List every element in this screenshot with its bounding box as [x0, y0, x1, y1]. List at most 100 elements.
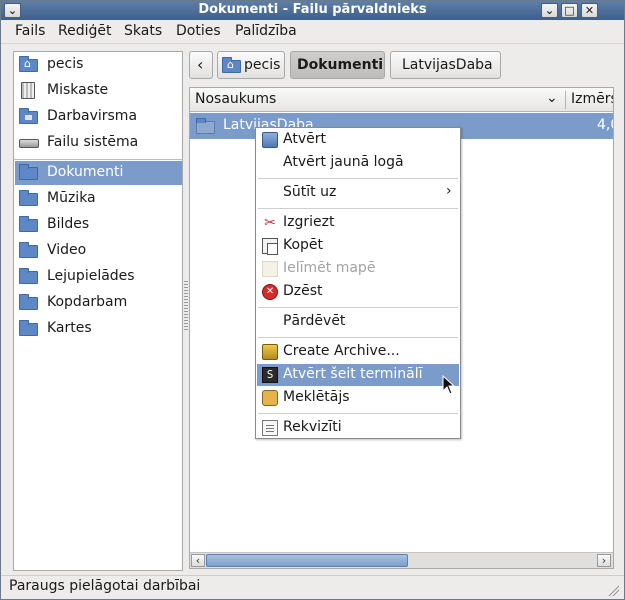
- path-crumb-pecis[interactable]: pecis: [217, 51, 285, 79]
- sidebar-item-label: Lejupielādes: [47, 268, 135, 284]
- sidebar-item-label: Failu sistēma: [47, 134, 139, 150]
- maximize-icon[interactable]: □: [561, 3, 578, 18]
- menu-separator: [258, 337, 458, 338]
- trash-icon: [19, 82, 39, 99]
- close-icon[interactable]: ✕: [581, 3, 598, 18]
- sidebar-item-failu-sistema[interactable]: Failu sistēma: [15, 131, 182, 155]
- menu-separator: [258, 413, 458, 414]
- folder-icon: [19, 164, 39, 181]
- ctx-item-label: Sūtīt uz: [283, 184, 337, 200]
- ctx-item-open[interactable]: Atvērt: [257, 129, 459, 151]
- folder-icon: [19, 294, 39, 311]
- archive-icon: [262, 344, 278, 360]
- paste-icon: [262, 261, 278, 277]
- sidebar-item-label: pecis: [47, 56, 84, 72]
- status-bar: Paraugs pielāgotai darbībai: [1, 575, 624, 599]
- ctx-item-send-to[interactable]: Sūtīt uz ›: [257, 182, 459, 204]
- ctx-item-create-archive[interactable]: Create Archive...: [257, 341, 459, 363]
- folder-icon: [19, 190, 39, 207]
- path-back-button[interactable]: ‹: [189, 51, 213, 79]
- file-size: 4,0: [597, 117, 613, 133]
- sidebar-item-pecis[interactable]: pecis: [15, 53, 182, 77]
- sidebar-item-label: Kopdarbam: [47, 294, 128, 310]
- titlebar: ⌄ Dokumenti - Failu pārvaldnieks ⌄ □ ✕: [1, 1, 624, 20]
- sidebar-item-label: Kartes: [47, 320, 92, 336]
- column-size-header[interactable]: Izmērs: [571, 91, 613, 107]
- menu-doties[interactable]: Doties: [176, 23, 221, 39]
- scroll-left-icon[interactable]: ‹: [191, 554, 205, 567]
- ctx-item-label: Dzēst: [283, 283, 323, 299]
- sidebar-item-label: Darbavirsma: [47, 108, 138, 124]
- path-crumb-label: pecis: [244, 57, 281, 73]
- sidebar-item-label: Miskaste: [47, 82, 109, 98]
- ctx-item-rename[interactable]: Pārdēvēt: [257, 311, 459, 333]
- ctx-item-open-terminal-here[interactable]: S Atvērt šeit terminālī: [257, 364, 459, 386]
- sidebar-item-label: Mūzika: [47, 190, 96, 206]
- sidebar-item-miskaste[interactable]: Miskaste: [15, 79, 182, 103]
- ctx-item-label: Kopēt: [283, 237, 324, 253]
- sidebar-item-label: Video: [47, 242, 87, 258]
- path-crumb-dokumenti[interactable]: Dokumenti: [290, 51, 385, 79]
- home-folder-icon: [222, 57, 242, 74]
- menubar: Fails Rediģēt Skats Doties Palīdzība: [1, 20, 624, 44]
- terminal-icon: S: [262, 367, 278, 383]
- ctx-item-label: Atvērt šeit terminālī: [283, 366, 423, 382]
- context-menu: Atvērt Atvērt jaunā logā Sūtīt uz › ✂ Iz…: [255, 127, 461, 439]
- sidebar-item-darbavirsma[interactable]: Darbavirsma: [15, 105, 182, 129]
- folder-icon: [19, 216, 39, 233]
- ctx-item-label: Ielīmēt mapē: [283, 260, 376, 276]
- ctx-item-copy[interactable]: Kopēt: [257, 235, 459, 257]
- sidebar-item-dokumenti[interactable]: Dokumenti: [15, 161, 182, 185]
- folder-icon: [19, 242, 39, 259]
- column-header: Nosaukums ⌄ Izmērs: [190, 88, 613, 112]
- window-title: Dokumenti - Failu pārvaldnieks: [198, 2, 427, 17]
- ctx-item-delete[interactable]: ✕ Dzēst: [257, 281, 459, 303]
- scroll-right-icon[interactable]: ›: [597, 554, 611, 567]
- sidebar-item-muzika[interactable]: Mūzika: [15, 187, 182, 211]
- column-name-header[interactable]: Nosaukums: [195, 91, 276, 107]
- delete-icon: ✕: [262, 284, 278, 300]
- horizontal-scrollbar[interactable]: ‹ ›: [190, 552, 613, 568]
- ctx-item-label: Create Archive...: [283, 343, 400, 359]
- ctx-item-search-tool[interactable]: Meklētājs: [257, 387, 459, 409]
- menu-skats[interactable]: Skats: [124, 23, 162, 39]
- sidebar-item-lejupielades[interactable]: Lejupielādes: [15, 265, 182, 289]
- folder-icon: [19, 320, 39, 337]
- desktop-folder-icon: [19, 108, 39, 125]
- resize-grip-icon[interactable]: [607, 584, 619, 596]
- sidebar-item-label: Dokumenti: [47, 164, 124, 180]
- sort-chevron-down-icon[interactable]: ⌄: [546, 90, 558, 106]
- folder-icon: [196, 118, 216, 134]
- path-crumb-latvijasdaba[interactable]: LatvijasDaba: [390, 51, 501, 79]
- menu-palidziba[interactable]: Palīdzība: [235, 23, 297, 39]
- pane-splitter-handle[interactable]: [184, 281, 188, 331]
- file-manager-window: ⌄ Dokumenti - Failu pārvaldnieks ⌄ □ ✕ F…: [0, 0, 625, 600]
- sidebar-item-kopdarbam[interactable]: Kopdarbam: [15, 291, 182, 315]
- sidebar-item-bildes[interactable]: Bildes: [15, 213, 182, 237]
- chevron-right-icon: ›: [446, 183, 452, 199]
- path-crumb-label: Dokumenti: [297, 57, 384, 73]
- sidebar-item-video[interactable]: Video: [15, 239, 182, 263]
- ctx-item-label: Atvērt: [283, 131, 326, 147]
- ctx-item-open-new-window[interactable]: Atvērt jaunā logā: [257, 152, 459, 174]
- home-folder-icon: [19, 56, 39, 73]
- menu-separator: [258, 208, 458, 209]
- search-tool-icon: [262, 390, 278, 406]
- drive-icon: [19, 134, 39, 151]
- open-icon: [262, 132, 278, 148]
- ctx-item-label: Atvērt jaunā logā: [283, 154, 404, 170]
- menu-separator: [258, 178, 458, 179]
- column-divider[interactable]: [565, 91, 566, 109]
- sidebar-item-kartes[interactable]: Kartes: [15, 317, 182, 341]
- scrollbar-thumb[interactable]: [206, 554, 408, 567]
- sidebar-item-label: Bildes: [47, 216, 90, 232]
- menu-fails[interactable]: Fails: [15, 23, 45, 39]
- ctx-item-properties[interactable]: Rekvizīti: [257, 417, 459, 439]
- menu-rediget[interactable]: Rediģēt: [58, 23, 111, 39]
- copy-icon: [262, 238, 278, 255]
- ctx-item-label: Meklētājs: [283, 389, 350, 405]
- ctx-item-paste-into-folder[interactable]: Ielīmēt mapē: [257, 258, 459, 280]
- path-bar: ‹ pecis Dokumenti LatvijasDaba: [189, 51, 619, 79]
- minimize-icon[interactable]: ⌄: [541, 3, 558, 18]
- ctx-item-cut[interactable]: ✂ Izgriezt: [257, 212, 459, 234]
